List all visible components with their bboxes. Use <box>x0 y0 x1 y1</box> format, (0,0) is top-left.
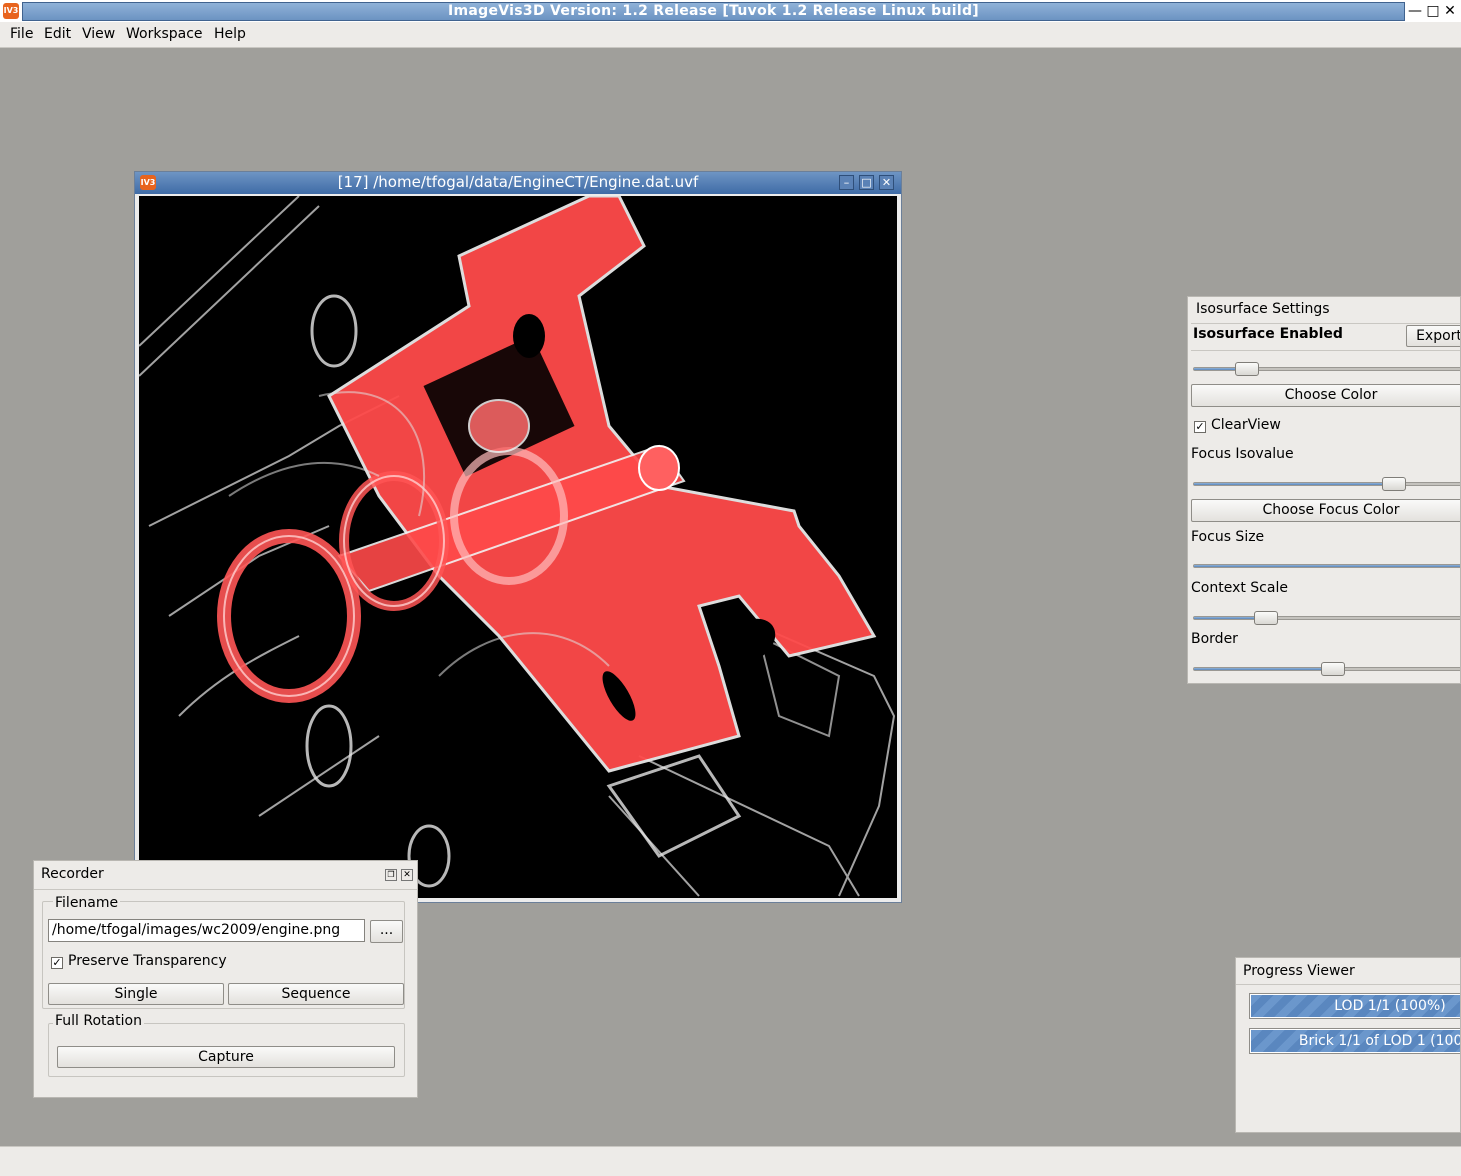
recorder-panel: Recorder ❐ ✕ Filename /home/tfogal/image… <box>33 860 418 1098</box>
isosurface-enabled-label[interactable]: Isosurface Enabled <box>1193 326 1343 342</box>
menu-help[interactable]: Help <box>214 25 246 43</box>
context-scale-slider-handle[interactable] <box>1254 611 1279 625</box>
render-window-icon: IV3 <box>140 175 156 190</box>
isovalue-slider-handle[interactable] <box>1235 362 1260 376</box>
float-icon[interactable]: ❐ <box>385 869 397 881</box>
context-scale-label: Context Scale <box>1191 580 1288 596</box>
lod-progress-bar: LOD 1/1 (100%) <box>1249 993 1460 1019</box>
maximize-icon[interactable]: □ <box>1425 2 1441 20</box>
menu-workspace[interactable]: Workspace <box>126 25 203 43</box>
export-button[interactable]: Export <box>1406 325 1460 347</box>
border-slider-handle[interactable] <box>1320 662 1345 676</box>
filename-label: Filename <box>53 895 121 911</box>
context-scale-slider[interactable] <box>1193 611 1460 625</box>
brick-progress-bar: Brick 1/1 of LOD 1 (100%) <box>1249 1028 1460 1054</box>
focus-isovalue-slider-handle[interactable] <box>1382 477 1407 491</box>
full-rotation-label: Full Rotation <box>53 1013 144 1029</box>
menu-bar: File Edit View Workspace Help <box>0 22 1461 48</box>
app-logo-icon: IV3 <box>3 3 19 19</box>
border-slider-fill <box>1194 668 1333 670</box>
preserve-transparency-checkbox[interactable]: ✓ <box>51 957 63 969</box>
filename-input[interactable]: /home/tfogal/images/wc2009/engine.png <box>48 919 365 942</box>
isosurface-settings-panel: Isosurface Settings Isosurface Enabled E… <box>1187 296 1461 684</box>
main-title-bar[interactable]: IV3 ImageVis3D Version: 1.2 Release [Tuv… <box>0 0 1461 22</box>
progress-viewer-title: Progress Viewer <box>1243 963 1355 979</box>
brick-progress-text: Brick 1/1 of LOD 1 (100%) <box>1298 1033 1460 1049</box>
menu-edit[interactable]: Edit <box>44 25 71 43</box>
clearview-checkbox[interactable]: ✓ <box>1194 421 1206 433</box>
menu-view[interactable]: View <box>82 25 115 43</box>
render-window-title: [17] /home/tfogal/data/EngineCT/Engine.d… <box>337 173 699 191</box>
focus-isovalue-label: Focus Isovalue <box>1191 446 1294 462</box>
close-icon[interactable]: ✕ <box>1442 2 1458 20</box>
progress-viewer-panel: Progress Viewer LOD 1/1 (100%) Brick 1/1… <box>1235 957 1461 1133</box>
browse-button[interactable]: ... <box>370 920 403 943</box>
clearview-label: ClearView <box>1211 417 1281 433</box>
engine-volume-render <box>139 196 896 897</box>
isosurface-settings-title: Isosurface Settings <box>1196 301 1330 317</box>
focus-size-label: Focus Size <box>1191 529 1265 545</box>
focus-size-slider[interactable] <box>1193 564 1460 568</box>
focus-isovalue-slider-fill <box>1194 483 1395 485</box>
choose-focus-color-button[interactable]: Choose Focus Color <box>1191 499 1460 522</box>
menu-file[interactable]: File <box>10 25 33 43</box>
border-slider[interactable] <box>1193 662 1460 676</box>
recorder-title: Recorder <box>41 866 104 882</box>
minimize-icon[interactable]: – <box>839 175 854 190</box>
close-icon[interactable]: ✕ <box>879 175 894 190</box>
lod-progress-text: LOD 1/1 (100%) <box>1334 998 1446 1014</box>
sequence-button[interactable]: Sequence <box>228 983 404 1005</box>
close-icon[interactable]: ✕ <box>401 869 413 881</box>
preserve-transparency-label: Preserve Transparency <box>68 953 227 969</box>
border-label: Border <box>1191 631 1238 647</box>
maximize-icon[interactable]: □ <box>859 175 874 190</box>
single-button[interactable]: Single <box>48 983 224 1005</box>
render-window[interactable]: IV3 [17] /home/tfogal/data/EngineCT/Engi… <box>134 171 902 903</box>
choose-color-button[interactable]: Choose Color <box>1191 384 1460 407</box>
focus-isovalue-slider[interactable] <box>1193 477 1460 491</box>
isovalue-slider[interactable] <box>1193 362 1460 376</box>
window-title: ImageVis3D Version: 1.2 Release [Tuvok 1… <box>22 2 1405 21</box>
minimize-icon[interactable]: — <box>1407 2 1423 20</box>
render-window-title-bar[interactable]: IV3 [17] /home/tfogal/data/EngineCT/Engi… <box>135 172 901 194</box>
capture-button[interactable]: Capture <box>57 1046 395 1068</box>
recorder-divider <box>34 889 417 890</box>
status-bar <box>0 1146 1461 1176</box>
progress-divider <box>1236 984 1460 985</box>
volume-render-view[interactable] <box>139 196 897 898</box>
focus-size-slider-fill <box>1194 565 1460 567</box>
